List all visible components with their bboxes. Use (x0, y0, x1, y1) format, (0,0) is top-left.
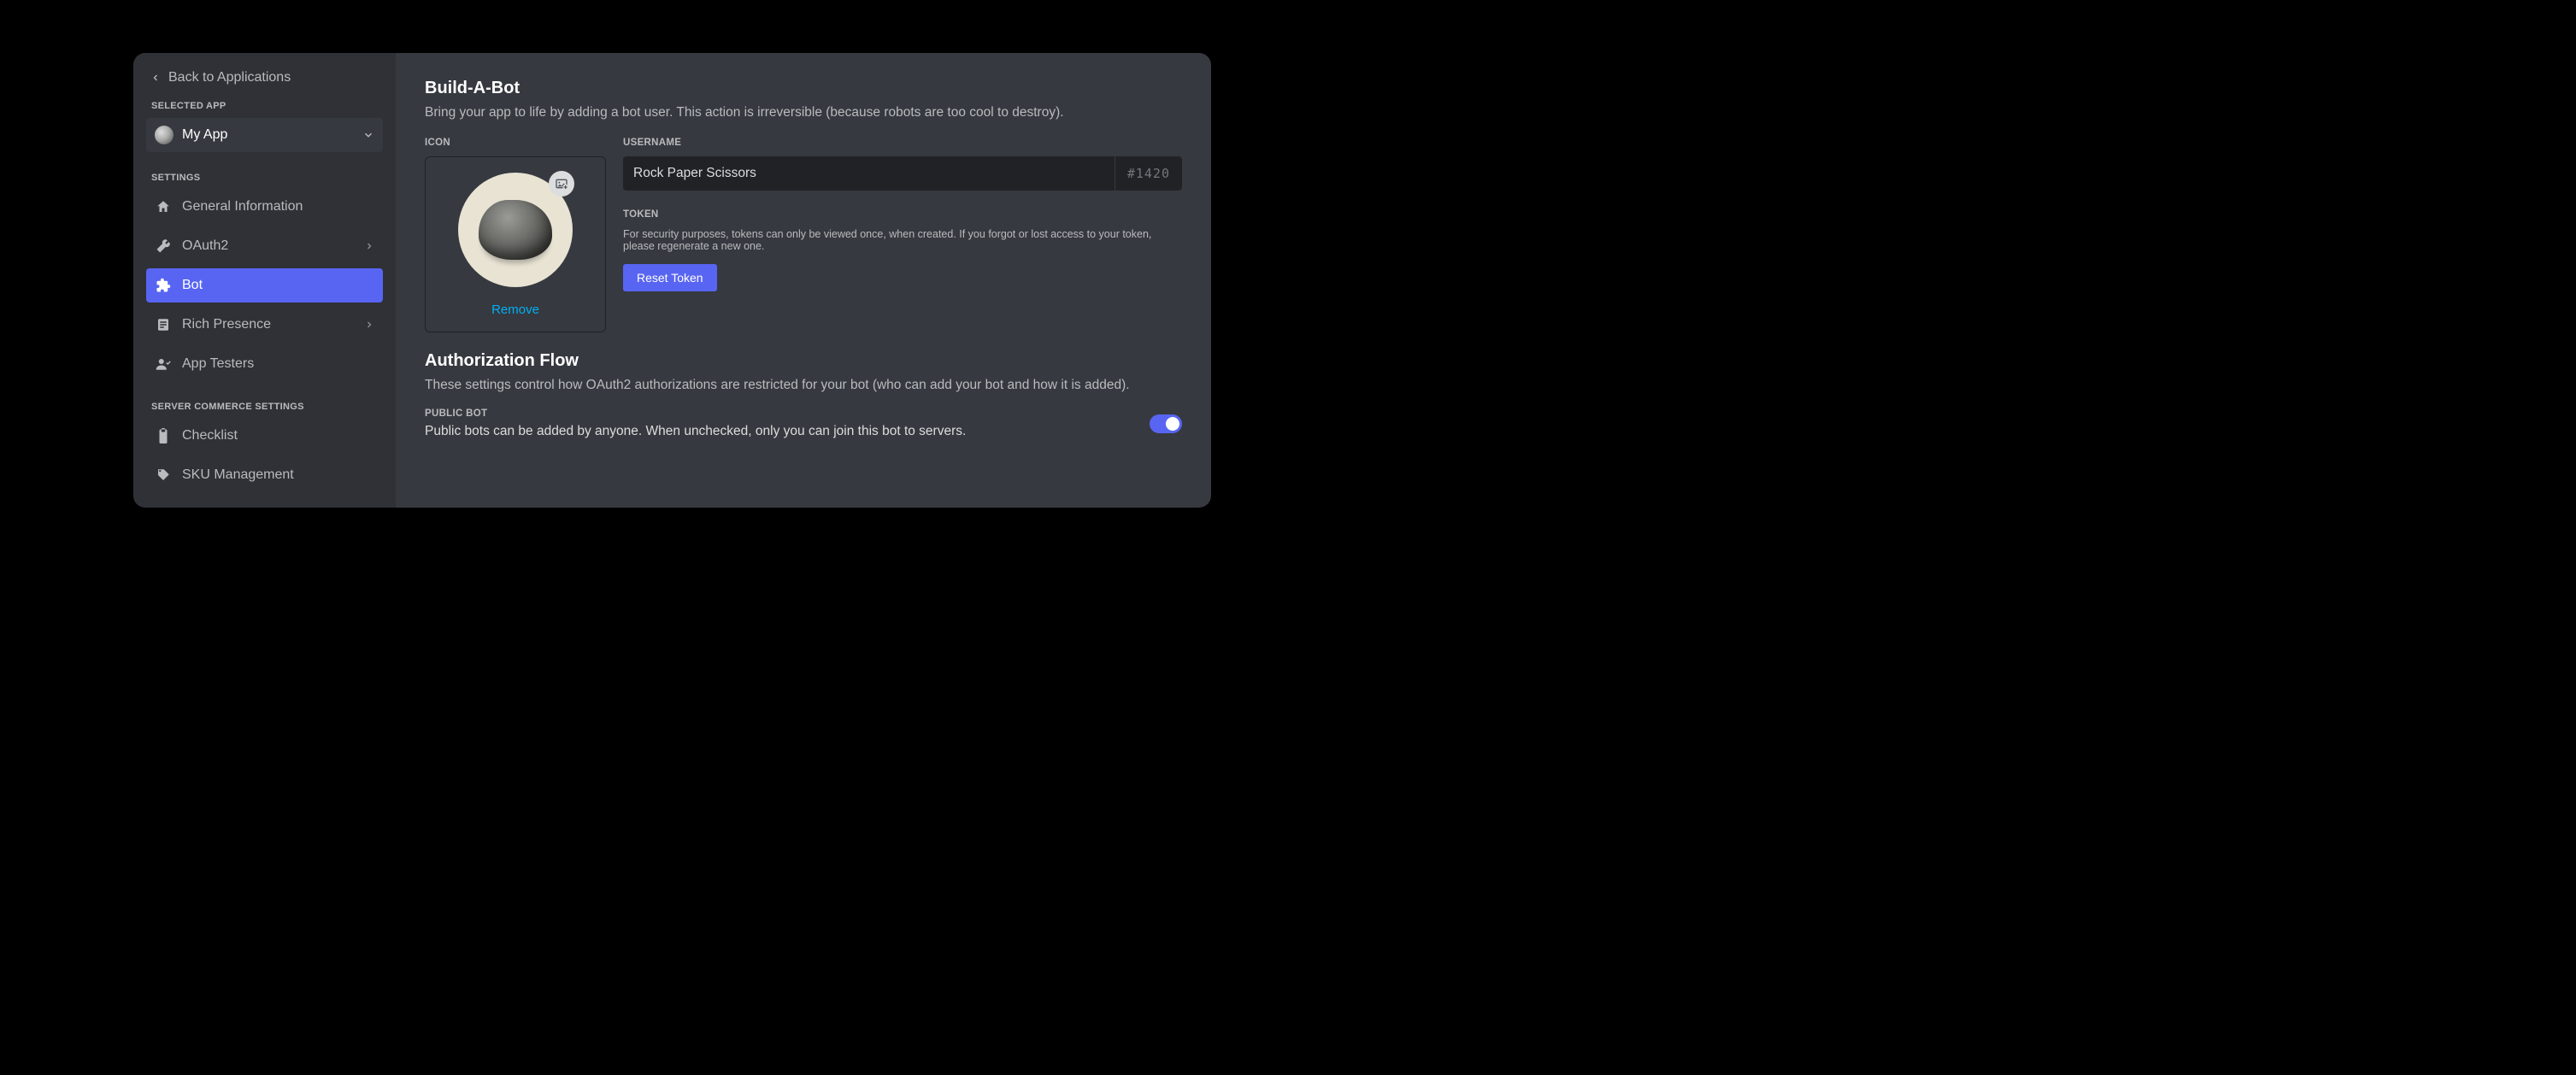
icon-column: ICON Remove (425, 138, 606, 332)
clipboard-icon (155, 428, 172, 444)
settings-section-label: SETTINGS (151, 173, 383, 183)
person-icon (155, 356, 172, 372)
rock-image (479, 200, 552, 260)
main-content: Build-A-Bot Bring your app to life by ad… (396, 53, 1211, 508)
auth-flow-subtitle: These settings control how OAuth2 author… (425, 378, 1182, 393)
public-bot-row: PUBLIC BOT Public bots can be added by a… (425, 408, 1182, 439)
chevron-down-icon (362, 129, 374, 141)
upload-image-icon[interactable] (549, 171, 574, 197)
sidebar-item-label: OAuth2 (182, 238, 354, 254)
discriminator-badge: #1420 (1115, 156, 1182, 191)
public-bot-description: Public bots can be added by anyone. When… (425, 424, 1150, 439)
public-bot-label: PUBLIC BOT (425, 408, 1150, 419)
sidebar-item-label: Bot (182, 278, 374, 293)
commerce-section-label: SERVER COMMERCE SETTINGS (151, 402, 383, 412)
back-to-applications-link[interactable]: Back to Applications (146, 70, 383, 85)
sidebar-item-sku-management[interactable]: SKU Management (146, 458, 383, 492)
sidebar-item-oauth2[interactable]: OAuth2 (146, 229, 383, 263)
sidebar-item-general-information[interactable]: General Information (146, 190, 383, 224)
puzzle-icon (155, 278, 172, 293)
page-title: Build-A-Bot (425, 79, 1182, 98)
tags-icon (155, 467, 172, 483)
chevron-right-icon (364, 320, 374, 330)
wrench-icon (155, 238, 172, 254)
reset-token-button[interactable]: Reset Token (623, 264, 717, 291)
sidebar-item-label: Checklist (182, 428, 374, 444)
document-icon (155, 317, 172, 332)
icon-uploader[interactable]: Remove (425, 156, 606, 332)
app-avatar-icon (155, 126, 173, 144)
sidebar-item-rich-presence[interactable]: Rich Presence (146, 308, 383, 342)
fields-column: USERNAME #1420 TOKEN For security purpos… (623, 138, 1182, 332)
username-field-label: USERNAME (623, 138, 1182, 148)
bot-avatar-preview (458, 173, 573, 287)
app-selector-dropdown[interactable]: My App (146, 118, 383, 152)
auth-flow-title: Authorization Flow (425, 351, 1182, 371)
remove-icon-link[interactable]: Remove (491, 303, 539, 317)
chevron-right-icon (364, 241, 374, 251)
sidebar-item-app-testers[interactable]: App Testers (146, 347, 383, 381)
username-input[interactable] (623, 166, 1115, 181)
page-subtitle: Bring your app to life by adding a bot u… (425, 105, 1182, 120)
username-field-wrapper: #1420 (623, 156, 1182, 191)
selected-app-name: My App (182, 127, 362, 143)
token-help-text: For security purposes, tokens can only b… (623, 228, 1182, 252)
sidebar-item-label: General Information (182, 199, 374, 214)
sidebar-item-label: App Testers (182, 356, 374, 372)
arrow-left-icon (150, 72, 162, 84)
sidebar-item-label: SKU Management (182, 467, 374, 483)
home-icon (155, 199, 172, 214)
public-bot-toggle[interactable] (1150, 414, 1182, 433)
toggle-knob (1166, 417, 1179, 431)
back-link-label: Back to Applications (168, 70, 291, 85)
bot-config-row: ICON Remove USERNAME #1420 (425, 138, 1182, 332)
token-field-label: TOKEN (623, 209, 1182, 220)
authorization-flow-section: Authorization Flow These settings contro… (425, 351, 1182, 439)
sidebar: Back to Applications SELECTED APP My App… (133, 53, 396, 508)
sidebar-item-label: Rich Presence (182, 317, 354, 332)
app-window: Back to Applications SELECTED APP My App… (133, 53, 1211, 508)
icon-field-label: ICON (425, 138, 606, 148)
sidebar-item-checklist[interactable]: Checklist (146, 419, 383, 453)
sidebar-item-bot[interactable]: Bot (146, 268, 383, 303)
selected-app-section-label: SELECTED APP (151, 101, 383, 111)
